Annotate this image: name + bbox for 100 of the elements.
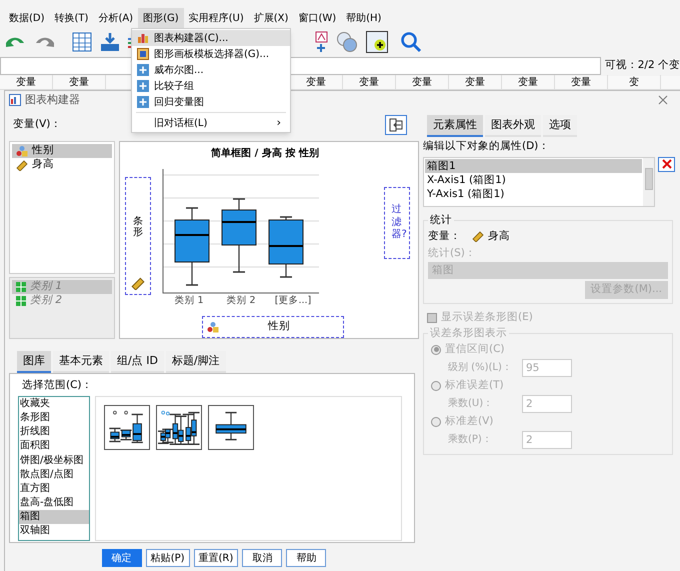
element-item[interactable]: 箱图1 [425,158,642,173]
menu-entry-label: 回归变量图 [154,96,205,110]
category-list[interactable]: 类别 1 类别 2 [9,277,115,339]
chart-thumbnail[interactable] [156,404,202,450]
x-axis-drop-zone[interactable]: 性别 [202,316,344,338]
menu-entry[interactable]: 回归变量图 [132,94,290,110]
category-item[interactable]: 类别 2 [12,294,112,308]
image-plus-icon[interactable] [366,31,388,53]
menu-entry[interactable]: 图形画板模板选择器(G)... [132,46,290,62]
chart-type-item[interactable]: 饼图/极坐标图 [19,454,89,468]
variables-label: 变量(V)： [12,117,62,132]
group-legend: 统计 [428,212,454,228]
nominal-variable-icon [16,145,28,157]
statistic-variable: 身高 [488,228,510,244]
dialog-button[interactable]: 确定 [102,549,142,567]
y-axis-label: 条形 [133,216,143,238]
statistic-label: 统计(S)： [428,246,477,262]
variable-name: 身高 [32,157,54,172]
group-legend: 误差条形图表示 [428,326,509,342]
dialog-title: 图表构建器 [25,92,80,108]
x-axis-label: 类别 2 [225,294,257,308]
choose-from-label: 选择范围(C)： [21,378,94,393]
delete-button[interactable] [658,156,675,172]
element-item[interactable]: Y-Axis1 (箱图1) [425,186,642,201]
variable-item[interactable]: 身高 [12,158,112,172]
delete-icon [662,159,672,170]
element-item[interactable]: X-Axis1 (箱图1) [425,172,642,187]
category-name: 类别 1 [30,279,62,294]
undo-icon[interactable] [4,35,26,49]
menu-item[interactable]: 帮助(H) [341,8,386,28]
radio-label: 标准差(V) [445,414,494,429]
visible-count: 可视：2/2 个变 [604,58,680,74]
variable-name: 性别 [32,143,54,158]
variable-list[interactable]: 性别 身高 [9,141,115,274]
ruler-icon [472,230,484,242]
redo-icon[interactable] [34,35,56,49]
chart-type-item[interactable]: 条形图 [19,410,89,426]
table-icon[interactable] [72,32,92,52]
field-label: 乘数(P)： [448,432,493,447]
insert-variable-icon[interactable] [100,32,120,52]
menu-entry[interactable]: 比较子组 [132,78,290,94]
filter-drop-zone[interactable]: 过滤器? [384,187,410,259]
field-label: 乘数(U)： [448,396,494,411]
radio-label: 标准误差(T) [445,378,504,393]
category-name: 类别 2 [30,293,62,308]
dialog-button[interactable]: 取消 [242,549,282,567]
menu-item[interactable]: 扩展(X) [248,8,294,28]
scrollbar[interactable] [643,158,654,206]
chart-type-item[interactable]: 面积图 [19,439,89,454]
menu-item[interactable]: 图形(G) [138,8,184,28]
menu-entry[interactable]: 图表构建器(C)... [132,30,290,46]
menu-item[interactable]: 窗口(W) [293,8,342,28]
menu-entry-label: 威布尔图... [154,64,205,78]
chart-thumbnail[interactable] [208,404,254,450]
element-panel-button[interactable] [385,115,407,135]
plus-icon [137,96,149,108]
dialog-button[interactable]: 粘贴(P) [146,549,190,567]
edit-properties-label: 编辑以下对象的属性(D)： [423,139,550,154]
chart-title: 简单框图 / 身高 按 性别 [211,146,319,161]
element-list[interactable]: 箱图1 X-Axis1 (箱图1) Y-Axis1 (箱图1) [423,156,655,207]
chart-type-item[interactable]: 折线图 [19,425,89,440]
category-icon [16,296,26,306]
menu-item[interactable]: 分析(A) [93,8,138,28]
field-label: 级别 (%)(L)： [448,361,513,375]
search-icon[interactable] [400,31,422,53]
bar-chart-icon [137,32,149,44]
chart-type-item[interactable]: 箱图 [19,510,89,524]
menu-item[interactable]: 实用程序(U) [184,8,249,28]
close-icon[interactable] [658,95,668,105]
tab[interactable]: 元素属性 [427,115,483,137]
menu-entry[interactable]: 旧对话框(L) › [132,115,290,131]
chart-type-item[interactable]: 双轴图 [19,524,89,539]
y-axis-drop-zone[interactable]: 条形 [125,177,151,295]
circles-icon[interactable] [336,31,358,53]
menu-entry[interactable]: 威布尔图... [132,62,290,78]
dialog-button[interactable]: 帮助 [286,549,326,567]
x-axis-label: 类别 1 [173,294,205,308]
value-labels-icon[interactable] [314,31,328,53]
chart-builder-icon [9,94,21,106]
menu-entry-label: 图形画板模板选择器(G)... [154,48,270,62]
dialog-button[interactable]: 重置(R) [194,549,238,567]
chart-thumbnail[interactable] [104,404,150,450]
variable-label: 变量： [428,228,462,244]
checkbox-label: 显示误差条形图(E) [441,310,533,325]
x-axis-label: [更多...] [274,294,312,308]
menu-entry-label: 旧对话框(L) [154,116,208,130]
ruler-icon [131,276,145,290]
chart-type-list[interactable]: 收藏夹 条形图 折线图 面积图 饼图/极坐标图 散点图/点图 直方图 盘高-盘低图 箱图 双轴图 [18,396,90,541]
variable-item[interactable]: 性别 [12,144,112,158]
category-icon [16,282,26,292]
chart-canvas[interactable]: 简单框图 / 身高 按 性别 条形 类别 1 类别 2 [更多...] 过滤器? 性别 [119,141,419,339]
chart-type-item[interactable]: 盘高-盘低图 [19,496,89,510]
chart-board-icon [137,48,149,60]
chart-type-item[interactable]: 散点图/点图 [19,468,89,482]
tab[interactable]: 图库 [17,351,51,373]
plus-icon [137,80,149,92]
menu-item[interactable]: 数据(D) [4,8,50,28]
menu-item[interactable]: 转换(T) [50,8,94,28]
chart-type-item[interactable]: 直方图 [19,482,89,496]
chart-type-item[interactable]: 收藏夹 [19,396,89,411]
